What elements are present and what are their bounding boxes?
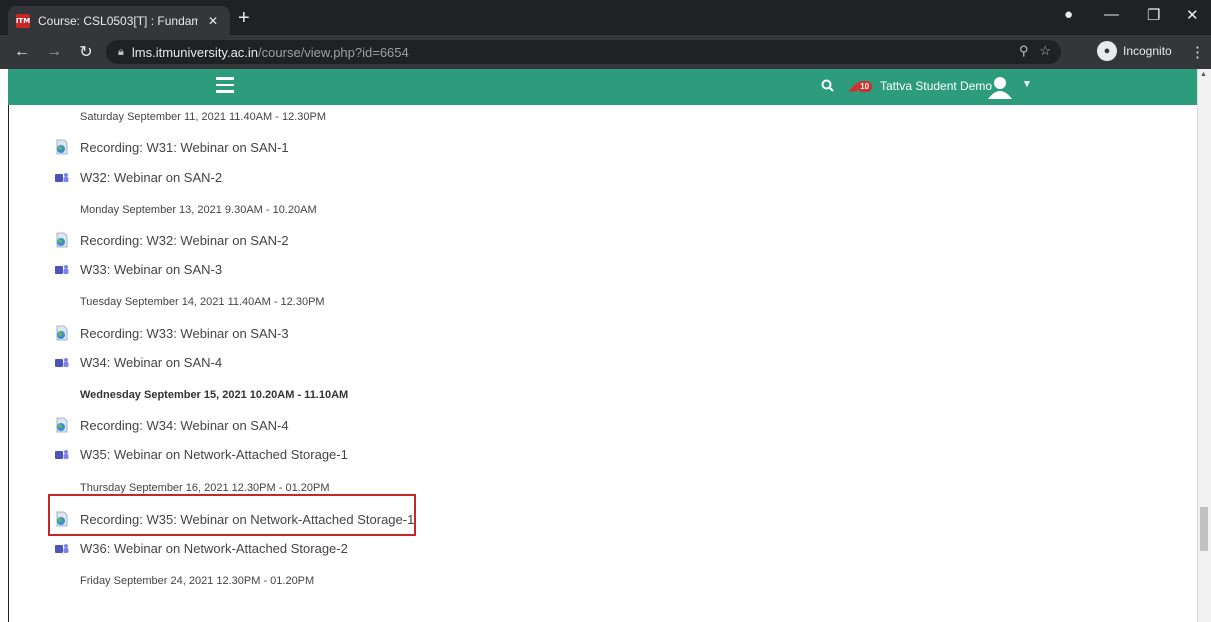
profile-menu-icon[interactable]: ● (1064, 6, 1073, 23)
lock-icon: 🔒︎ (118, 45, 124, 58)
activity-link[interactable]: Recording: W33: Webinar on SAN-3 (80, 326, 289, 341)
browser-tab-strip: ITM Course: CSL0503[T] : Fundamenta ✕ + … (0, 0, 1211, 35)
activity-link[interactable]: W36: Webinar on Network-Attached Storage… (80, 541, 348, 556)
browser-menu-icon[interactable]: ⋮ (1190, 43, 1205, 61)
restriction-date: Monday September 13, 2021 9.30AM - 10.20… (80, 204, 317, 216)
activity-link[interactable]: Recording: W31: Webinar on SAN-1 (80, 140, 289, 155)
activity-link[interactable]: W32: Webinar on SAN-2 (80, 170, 222, 185)
scroll-up-icon[interactable]: ▲ (1200, 71, 1207, 78)
notification-bell[interactable]: ◢ 10 (848, 79, 873, 93)
restriction-date: Saturday September 11, 2021 11.40AM - 12… (80, 111, 327, 123)
incognito-label: Incognito (1123, 44, 1172, 58)
recording-activity[interactable]: Recording: W34: Webinar on SAN-4 (54, 417, 289, 433)
activity-link[interactable]: W33: Webinar on SAN-3 (80, 262, 222, 277)
username[interactable]: Tattva Student Demo (880, 79, 992, 93)
bell-icon: ◢ (848, 79, 858, 93)
maximize-icon[interactable]: ❐ (1147, 6, 1160, 24)
browser-toolbar: ← → ↻ 🔒︎ lms.itmuniversity.ac.in /course… (0, 35, 1211, 69)
site-navbar: ◢ 10 Tattva Student Demo ▼ (8, 69, 1197, 105)
url-resource-icon (54, 417, 70, 433)
close-window-icon[interactable]: ✕ (1186, 6, 1199, 24)
avatar[interactable] (988, 77, 1012, 99)
hamburger-menu-icon[interactable] (216, 77, 234, 93)
reload-icon[interactable]: ↻ (74, 42, 98, 62)
teams-icon (54, 263, 70, 277)
highlight-annotation (48, 494, 416, 536)
recording-activity[interactable]: Recording: W32: Webinar on SAN-2 (54, 232, 289, 248)
activity-link[interactable]: Recording: W34: Webinar on SAN-4 (80, 418, 289, 433)
teams-meeting-activity[interactable]: W35: Webinar on Network-Attached Storage… (54, 447, 348, 462)
restriction-date: Friday September 24, 2021 12.30PM - 01.2… (80, 575, 315, 587)
url-host: lms.itmuniversity.ac.in (131, 44, 259, 60)
tab-close-icon[interactable]: ✕ (208, 14, 218, 28)
site-favicon-icon: ITM (16, 13, 30, 28)
browser-tab[interactable]: ITM Course: CSL0503[T] : Fundamenta ✕ (8, 6, 230, 35)
restriction-date: Wednesday September 15, 2021 10.20AM - 1… (80, 389, 349, 401)
notification-count: 10 (857, 80, 873, 92)
back-icon[interactable]: ← (10, 43, 34, 61)
activity-link[interactable]: W35: Webinar on Network-Attached Storage… (80, 447, 348, 462)
teams-meeting-activity[interactable]: W36: Webinar on Network-Attached Storage… (54, 541, 348, 556)
chevron-down-icon[interactable]: ▼ (1022, 79, 1032, 90)
teams-meeting-activity[interactable]: W33: Webinar on SAN-3 (54, 262, 222, 277)
forward-icon[interactable]: → (42, 43, 66, 61)
recording-activity[interactable]: Recording: W31: Webinar on SAN-1 (54, 139, 289, 155)
incognito-icon: ● (1097, 41, 1117, 61)
scrollbar-thumb[interactable] (1200, 507, 1208, 551)
minimize-icon[interactable]: — (1104, 6, 1119, 23)
activity-link[interactable]: Recording: W32: Webinar on SAN-2 (80, 233, 289, 248)
recording-activity[interactable]: Recording: W33: Webinar on SAN-3 (54, 325, 289, 341)
teams-meeting-activity[interactable]: W34: Webinar on SAN-4 (54, 355, 222, 370)
url-resource-icon (54, 232, 70, 248)
restriction-date: Tuesday September 14, 2021 11.40AM - 12.… (80, 296, 325, 308)
teams-icon (54, 542, 70, 556)
left-border (8, 105, 9, 622)
tab-title: Course: CSL0503[T] : Fundamenta (38, 13, 198, 28)
restriction-date: Thursday September 16, 2021 12.30PM - 01… (80, 482, 330, 494)
url-resource-icon (54, 139, 70, 155)
url-resource-icon (54, 325, 70, 341)
activity-link[interactable]: W34: Webinar on SAN-4 (80, 355, 222, 370)
search-icon[interactable] (821, 79, 834, 95)
teams-icon (54, 448, 70, 462)
address-bar[interactable]: 🔒︎ lms.itmuniversity.ac.in /course/view.… (106, 40, 1061, 64)
incognito-badge[interactable]: ● Incognito (1097, 41, 1172, 61)
teams-icon (54, 171, 70, 185)
new-tab-icon[interactable]: + (238, 7, 250, 30)
url-path: /course/view.php?id=6654 (258, 44, 409, 60)
zoom-bookmark-icons[interactable]: ⚲ ☆ (1019, 43, 1051, 59)
teams-meeting-activity[interactable]: W32: Webinar on SAN-2 (54, 170, 222, 185)
teams-icon (54, 356, 70, 370)
